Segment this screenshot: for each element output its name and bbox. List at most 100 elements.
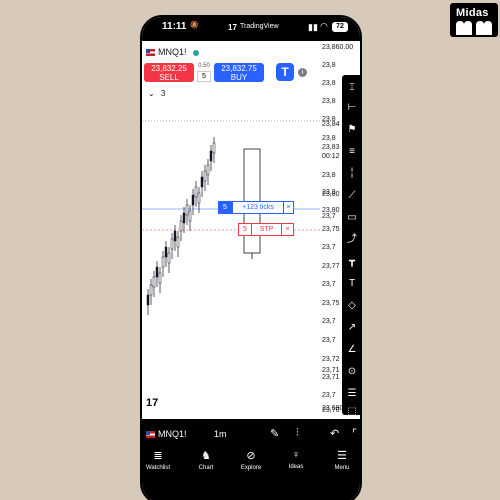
bell-muted-icon: 🔕 xyxy=(190,22,199,29)
price-axis-label: 23,77 xyxy=(322,263,340,270)
candle-body xyxy=(194,186,198,198)
pencil-icon[interactable]: ✎ xyxy=(270,427,279,440)
fib-tool-icon[interactable]: ☰ xyxy=(345,387,359,401)
candle-body xyxy=(161,256,165,268)
chart-area[interactable]: MNQ1! 23,832.25 SELL 0.50 5 23,832.75 BU… xyxy=(142,41,360,427)
candle-body xyxy=(158,272,162,284)
price-axis-label: 23,7 xyxy=(322,318,336,325)
price-axis-label: 23,84 xyxy=(322,121,340,128)
limit-order-close-icon[interactable]: × xyxy=(284,201,294,214)
nav-explore[interactable]: ⊘ Explore xyxy=(231,449,271,471)
limit-order-label[interactable]: +123 ticks xyxy=(232,201,284,214)
price-axis-label: 23,7 xyxy=(322,392,336,399)
status-bar: 11:11 🔕 17 TradingView ▮▮ ◠ 72 xyxy=(142,17,360,41)
signal-icon: ▮▮ xyxy=(308,22,318,32)
price-axis-label: 23,72 xyxy=(322,356,340,363)
text-tool-icon[interactable]: T xyxy=(345,277,359,291)
candle-body xyxy=(185,204,189,216)
bottom-symbol-name: MNQ1! xyxy=(158,429,187,439)
candle-body xyxy=(152,276,156,288)
nav-menu[interactable]: ☰ Menu xyxy=(322,449,360,471)
candle-body xyxy=(155,266,159,278)
target-icon[interactable]: ⊙ xyxy=(345,365,359,379)
trendline-icon[interactable]: ⟋ xyxy=(345,189,359,203)
nav-explore-label: Explore xyxy=(240,465,262,471)
candle-body xyxy=(170,238,174,250)
parallel-lines-icon[interactable]: ≡ xyxy=(345,145,359,159)
candles-group xyxy=(146,137,216,315)
price-axis-label: 23,860.00 xyxy=(322,44,354,51)
horizontal-line-icon[interactable]: ⊢ xyxy=(345,101,359,115)
interval-selector[interactable]: 1m xyxy=(214,429,227,439)
price-axis-label: 23,75 xyxy=(322,226,340,233)
us-flag-icon xyxy=(146,431,155,439)
price-axis-label: 23,8 xyxy=(322,98,336,105)
lightbulb-icon: ♀ xyxy=(291,449,301,461)
candle-body xyxy=(212,142,216,154)
battery-icon: 72 xyxy=(332,22,348,32)
candle-body xyxy=(173,230,177,242)
nav-ideas-label: Ideas xyxy=(288,464,304,470)
price-axis-label: 23,7 xyxy=(322,213,336,220)
candle-body xyxy=(149,284,153,296)
price-axis-label: 23,7 xyxy=(322,281,336,288)
candle-body xyxy=(146,294,150,306)
nav-menu-label: Menu xyxy=(334,465,350,471)
price-axis-label: 23,8 xyxy=(322,135,336,142)
tradingview-logo-icon: 17 xyxy=(228,23,237,32)
price-axis-label: 23,83 xyxy=(322,144,340,151)
indicators-icon[interactable]: ⫶ xyxy=(296,427,299,440)
price-axis-label: 23,8 xyxy=(322,172,336,179)
stop-order-label[interactable]: STP xyxy=(252,223,282,236)
status-time: 11:11 xyxy=(162,21,187,32)
dynamic-island: 17 TradingView xyxy=(220,19,294,36)
price-axis-label: 23,7 xyxy=(322,244,336,251)
stop-order-qty[interactable]: 5 xyxy=(238,223,252,236)
candle-body xyxy=(188,210,192,222)
compass-icon: ⊘ xyxy=(246,450,256,462)
price-axis-label: 23,8 xyxy=(322,62,336,69)
nav-ideas[interactable]: ♀ Ideas xyxy=(276,449,316,470)
nav-watchlist[interactable]: ≣ Watchlist xyxy=(142,449,178,471)
candle-body xyxy=(206,164,210,176)
ruler-icon[interactable]: ┳ xyxy=(345,255,359,269)
price-axis-label: 23,71 xyxy=(322,367,340,374)
candle-body xyxy=(164,246,168,258)
tradingview-watermark-icon: 17 xyxy=(146,397,159,409)
price-axis-label: 23,80 xyxy=(322,191,340,198)
midas-logo: Midas xyxy=(450,3,498,37)
candle-body xyxy=(209,150,213,162)
phone-frame: 11:11 🔕 17 TradingView ▮▮ ◠ 72 MNQ1! 23,… xyxy=(140,15,362,500)
flag-tool-icon[interactable]: ⚑ xyxy=(345,123,359,137)
brush-icon[interactable]: ∠ xyxy=(345,343,359,357)
fullscreen-icon[interactable]: ⌜ xyxy=(352,427,357,440)
drawing-toolbar: ⌶ ⊢ ⚑ ≡ ╎ ⟋ ▭ ⤴ ┳ T ◇ ↗ ∠ ⊙ ☰ ⬚ xyxy=(342,75,360,417)
arrow-trend-icon[interactable]: ↗ xyxy=(345,321,359,335)
price-axis-label: 23,8 xyxy=(322,80,336,87)
price-axis-label: 23,7 xyxy=(322,337,336,344)
candle-body xyxy=(182,212,186,224)
nav-watchlist-label: Watchlist xyxy=(145,465,171,471)
wifi-icon: ◠ xyxy=(320,21,328,31)
price-axis-label: 00:12 xyxy=(322,153,340,160)
undo-icon[interactable]: ↶ xyxy=(330,427,339,440)
bottom-bar: MNQ1! 1m ✎ ⫶ ↶ ⌜ ≣ Watchlist ♞ Chart ⊘ Expl… xyxy=(142,419,360,500)
vertical-line-icon[interactable]: ╎ xyxy=(345,167,359,181)
candle-body xyxy=(179,220,183,232)
brand-name: Midas xyxy=(456,7,489,19)
eraser-icon[interactable]: ◇ xyxy=(345,299,359,313)
island-app-name: TradingView xyxy=(240,23,279,30)
comment-icon[interactable]: ▭ xyxy=(345,211,359,225)
chart-icon: ♞ xyxy=(201,450,211,462)
stop-order-close-icon[interactable]: × xyxy=(282,223,294,236)
nav-chart[interactable]: ♞ Chart xyxy=(186,449,226,471)
candle-body xyxy=(167,252,171,264)
candle-body xyxy=(191,194,195,206)
crosshair-icon[interactable]: ⌶ xyxy=(345,81,359,95)
bottom-symbol[interactable]: MNQ1! xyxy=(146,429,187,439)
candle-body xyxy=(176,236,180,248)
path-tool-icon[interactable]: ⤴ xyxy=(345,233,359,247)
midas-m-icon xyxy=(456,21,492,35)
price-axis-label: 23,71 xyxy=(322,374,340,381)
limit-order-qty[interactable]: 5 xyxy=(218,201,232,214)
